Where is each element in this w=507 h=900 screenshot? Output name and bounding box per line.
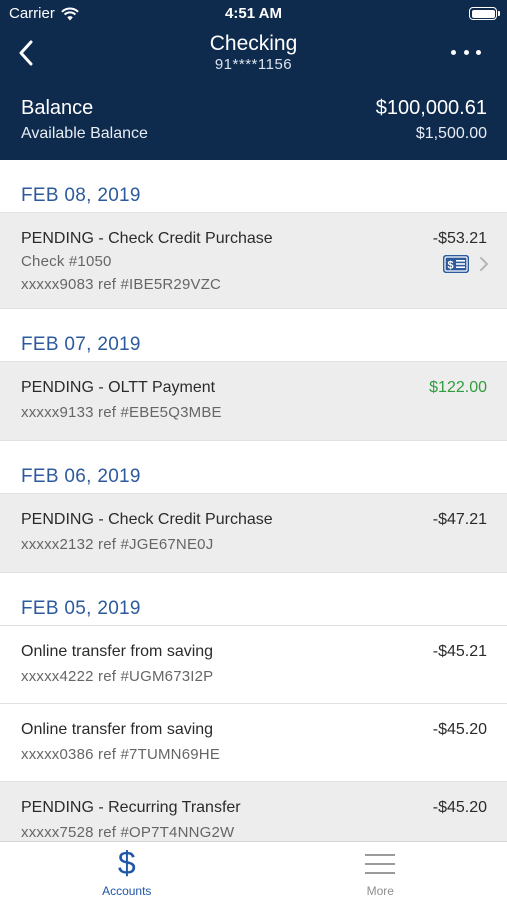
transaction-row[interactable]: Online transfer from saving xxxxx0386 re… [0,704,507,782]
transaction-description: PENDING - Recurring Transfer [21,799,241,816]
transaction-row[interactable]: PENDING - Check Credit Purchase xxxxx213… [0,494,507,573]
date-header: FEB 08, 2019 [0,160,507,213]
svg-text:$: $ [447,260,453,272]
date-header: FEB 05, 2019 [0,573,507,626]
transaction-list[interactable]: FEB 08, 2019 PENDING - Check Credit Purc… [0,160,507,841]
dot-icon [476,49,481,55]
more-options-button[interactable] [451,42,481,62]
available-balance-label: Available Balance [21,125,148,142]
transaction-reference: xxxxx0386 ref #7TUMN69HE [21,746,221,763]
transaction-description: Online transfer from saving [21,643,214,660]
date-header: FEB 06, 2019 [0,441,507,494]
chevron-right-icon [480,257,488,271]
battery-icon [469,7,500,20]
transaction-row[interactable]: PENDING - Check Credit Purchase Check #1… [0,213,507,309]
account-header: Carrier 4:51 AM Checking 91****1156 Bala… [0,0,507,160]
nav-bar: Checking 91****1156 [0,28,507,86]
transaction-amount: -$45.20 [432,721,487,738]
page-title: Checking [209,32,298,55]
transaction-amount: -$47.21 [432,511,487,528]
transaction-check-number: Check #1050 [21,253,112,270]
tab-label: Accounts [102,884,152,898]
tab-bar: $ Accounts More [0,841,507,900]
transaction-reference: xxxxx2132 ref #JGE67NE0J [21,536,214,553]
available-balance-row: Available Balance $1,500.00 [21,124,487,144]
balance-row: Balance $100,000.61 [21,96,487,120]
status-time: 4:51 AM [225,5,282,22]
transaction-reference: xxxxx9133 ref #EBE5Q3MBE [21,404,222,421]
transaction-description: Online transfer from saving [21,721,214,738]
available-balance-value: $1,500.00 [415,125,487,142]
menu-icon [365,854,396,874]
transaction-row[interactable]: Online transfer from saving xxxxx4222 re… [0,626,507,704]
transaction-reference: xxxxx9083 ref #IBE5R29VZC [21,276,222,293]
transaction-reference: xxxxx7528 ref #OP7T4NNG2W [21,824,235,841]
account-number: 91****1156 [214,56,293,73]
transaction-description: PENDING - Check Credit Purchase [21,230,273,247]
tab-label: More [366,884,394,898]
transaction-reference: xxxxx4222 ref #UGM673I2P [21,668,214,685]
dot-icon [463,49,469,55]
date-header: FEB 07, 2019 [0,309,507,362]
transaction-amount: -$53.21 [432,230,487,247]
dollar-icon: $ [117,845,136,881]
transaction-amount: $122.00 [429,379,487,396]
balance-label: Balance [21,96,94,119]
transaction-row[interactable]: PENDING - Recurring Transfer xxxxx7528 r… [0,782,507,841]
check-image-icon[interactable]: $ [443,255,469,273]
transaction-description: PENDING - Check Credit Purchase [21,511,273,528]
dot-icon [451,49,456,55]
balance-value: $100,000.61 [375,96,487,119]
tab-accounts[interactable]: $ Accounts [0,842,254,900]
transaction-amount: -$45.21 [432,643,487,660]
transaction-row[interactable]: PENDING - OLTT Payment xxxxx9133 ref #EB… [0,362,507,441]
transaction-amount: -$45.20 [432,799,487,816]
transaction-description: PENDING - OLTT Payment [21,379,216,396]
tab-more[interactable]: More [254,842,507,900]
nav-title-block: Checking 91****1156 [0,32,507,74]
status-bar: Carrier 4:51 AM [0,0,507,28]
